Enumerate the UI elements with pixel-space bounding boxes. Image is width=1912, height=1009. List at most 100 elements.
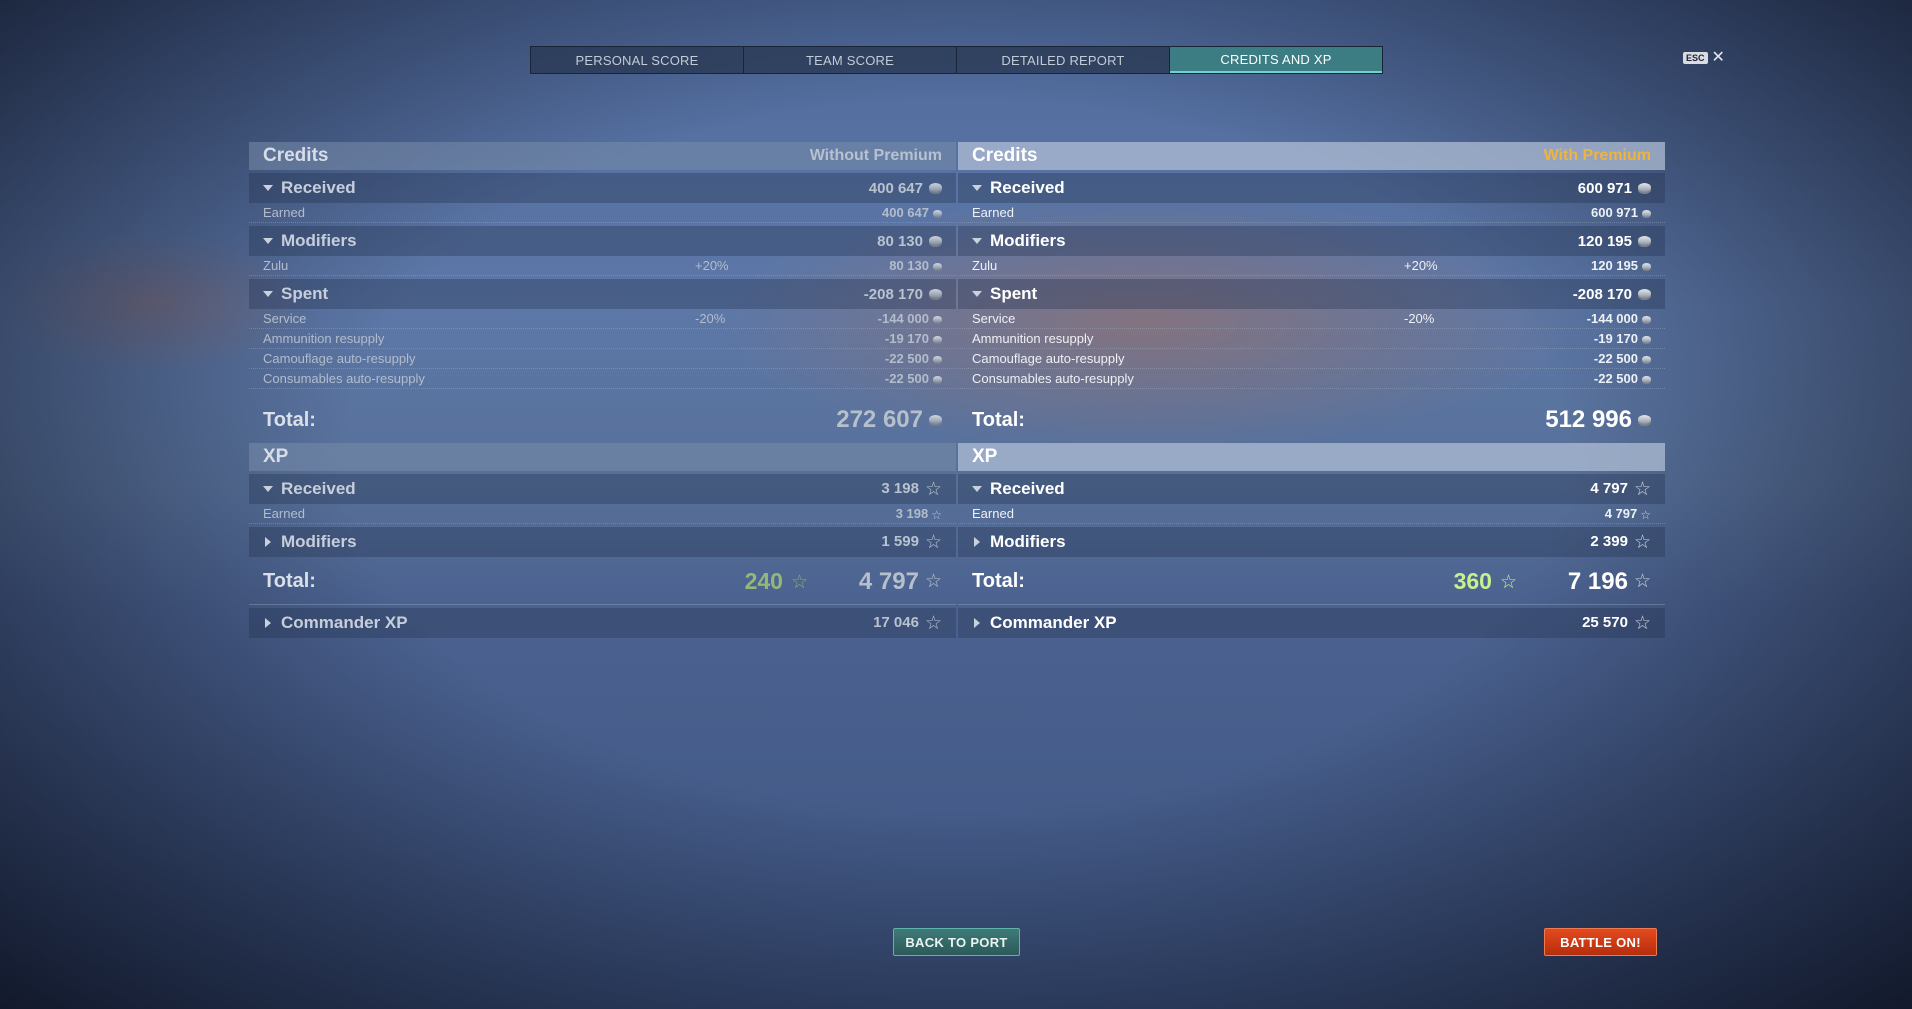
section-label: Commander XP [281,613,408,632]
tab-personal-score[interactable]: PERSONAL SCORE [531,47,744,73]
row-label: Zulu [263,258,289,273]
section-value: 80 130 [877,233,942,250]
xp-star-icon: ☆ [1633,531,1651,553]
xp-modifiers-section[interactable]: Modifiers 2 399 ☆ [958,527,1665,557]
section-value: -208 170 [864,286,942,303]
credits-total-row: Total: 272 607 [249,397,956,443]
section-label: Modifiers [281,231,357,250]
xp-star-icon: ☆ [924,571,942,593]
chevron-right-icon[interactable] [974,618,980,628]
without-premium-panel: Credits Without Premium Received 400 647… [249,142,956,638]
result-tabs: PERSONAL SCORE TEAM SCORE DETAILED REPOR… [530,46,1383,74]
credit-coin-icon [1638,289,1651,301]
credit-coin-icon [933,315,942,324]
section-label: Received [281,479,356,498]
total-label: Total: [972,570,1025,592]
chevron-down-icon[interactable] [263,238,273,244]
close-button[interactable]: ESC ✕ [1683,50,1725,66]
credit-coin-icon [929,183,942,195]
credits-received-section[interactable]: Received 400 647 [249,173,956,203]
close-icon[interactable]: ✕ [1712,50,1725,66]
earned-row: Earned 400 647 [249,203,956,223]
section-label: Modifiers [281,532,357,551]
xp-header: XP [958,443,1665,471]
xp-star-icon: ☆ [1633,571,1651,593]
chevron-down-icon[interactable] [972,238,982,244]
section-value: 1 599 ☆ [881,531,942,553]
tab-credits-and-xp[interactable]: CREDITS AND XP [1170,47,1382,73]
row-value: -19 170 [1594,331,1651,346]
row-value: 4 797 ☆ [1604,506,1651,522]
xp-star-icon: ☆ [1633,612,1651,634]
row-label: Ammunition resupply [972,331,1094,346]
commander-xp-section[interactable]: Commander XP 17 046 ☆ [249,608,956,638]
chevron-right-icon[interactable] [974,537,980,547]
consumables-resupply-row: Consumables auto-resupply -22 500 [958,369,1665,389]
xp-star-icon: ☆ [1499,571,1517,593]
row-value: 600 971 [1591,205,1651,220]
chevron-down-icon[interactable] [263,291,273,297]
ammo-resupply-row: Ammunition resupply -19 170 [958,329,1665,349]
total-value: 7 196 ☆ [1567,567,1651,595]
row-value: -22 500 [885,351,942,366]
credits-modifiers-section[interactable]: Modifiers 120 195 [958,226,1665,256]
xp-bonus-value: 360 ☆ [1453,568,1517,594]
chevron-down-icon[interactable] [972,185,982,191]
service-row: Service -20% -144 000 [249,309,956,329]
row-label: Ammunition resupply [263,331,385,346]
tab-detailed-report[interactable]: DETAILED REPORT [957,47,1170,73]
consumables-resupply-row: Consumables auto-resupply -22 500 [249,369,956,389]
xp-star-icon: ☆ [924,531,942,553]
section-label: Received [990,479,1065,498]
chevron-down-icon[interactable] [263,185,273,191]
credit-coin-icon [933,355,942,364]
xp-earned-row: Earned 3 198 ☆ [249,504,956,524]
xp-title: XP [263,446,289,467]
xp-title: XP [972,446,998,467]
service-row: Service -20% -144 000 [958,309,1665,329]
tab-team-score[interactable]: TEAM SCORE [744,47,957,73]
total-label: Total: [263,570,316,592]
xp-star-icon: ☆ [1633,478,1651,500]
total-value: 4 797 ☆ [858,567,942,595]
row-label: Zulu [972,258,998,273]
with-premium-panel: Credits With Premium Received 600 971 Ea… [958,142,1665,638]
row-value: 80 130 [889,258,942,273]
credit-coin-icon [1642,315,1651,324]
back-to-port-button[interactable]: BACK TO PORT [893,928,1020,956]
xp-star-icon: ☆ [931,507,942,522]
zulu-row: Zulu +20% 80 130 [249,256,956,276]
credits-modifiers-section[interactable]: Modifiers 80 130 [249,226,956,256]
credit-coin-icon [1638,415,1651,427]
credit-coin-icon [1642,209,1651,218]
credit-coin-icon [933,262,942,271]
xp-received-section[interactable]: Received 4 797 ☆ [958,474,1665,504]
chevron-down-icon[interactable] [972,486,982,492]
row-value: 3 198 ☆ [895,506,942,522]
row-label: Earned [972,506,1014,521]
xp-modifiers-section[interactable]: Modifiers 1 599 ☆ [249,527,956,557]
chevron-right-icon[interactable] [265,618,271,628]
chevron-down-icon[interactable] [263,486,273,492]
credits-header: Credits With Premium [958,142,1665,170]
row-value: -22 500 [885,371,942,386]
chevron-down-icon[interactable] [972,291,982,297]
section-value: -208 170 [1573,286,1651,303]
ammo-resupply-row: Ammunition resupply -19 170 [249,329,956,349]
credits-header: Credits Without Premium [249,142,956,170]
xp-bonus-value: 240 ☆ [744,568,808,594]
section-label: Spent [281,284,329,303]
xp-received-section[interactable]: Received 3 198 ☆ [249,474,956,504]
credit-coin-icon [1642,355,1651,364]
credits-spent-section[interactable]: Spent -208 170 [958,279,1665,309]
row-label: Consumables auto-resupply [263,371,425,386]
battle-on-button[interactable]: BATTLE ON! [1544,928,1657,956]
credits-received-section[interactable]: Received 600 971 [958,173,1665,203]
credits-spent-section[interactable]: Spent -208 170 [249,279,956,309]
chevron-right-icon[interactable] [265,537,271,547]
credit-coin-icon [1638,236,1651,248]
row-percent: +20% [695,258,729,273]
row-percent: +20% [1404,258,1438,273]
row-label: Consumables auto-resupply [972,371,1134,386]
commander-xp-section[interactable]: Commander XP 25 570 ☆ [958,608,1665,638]
